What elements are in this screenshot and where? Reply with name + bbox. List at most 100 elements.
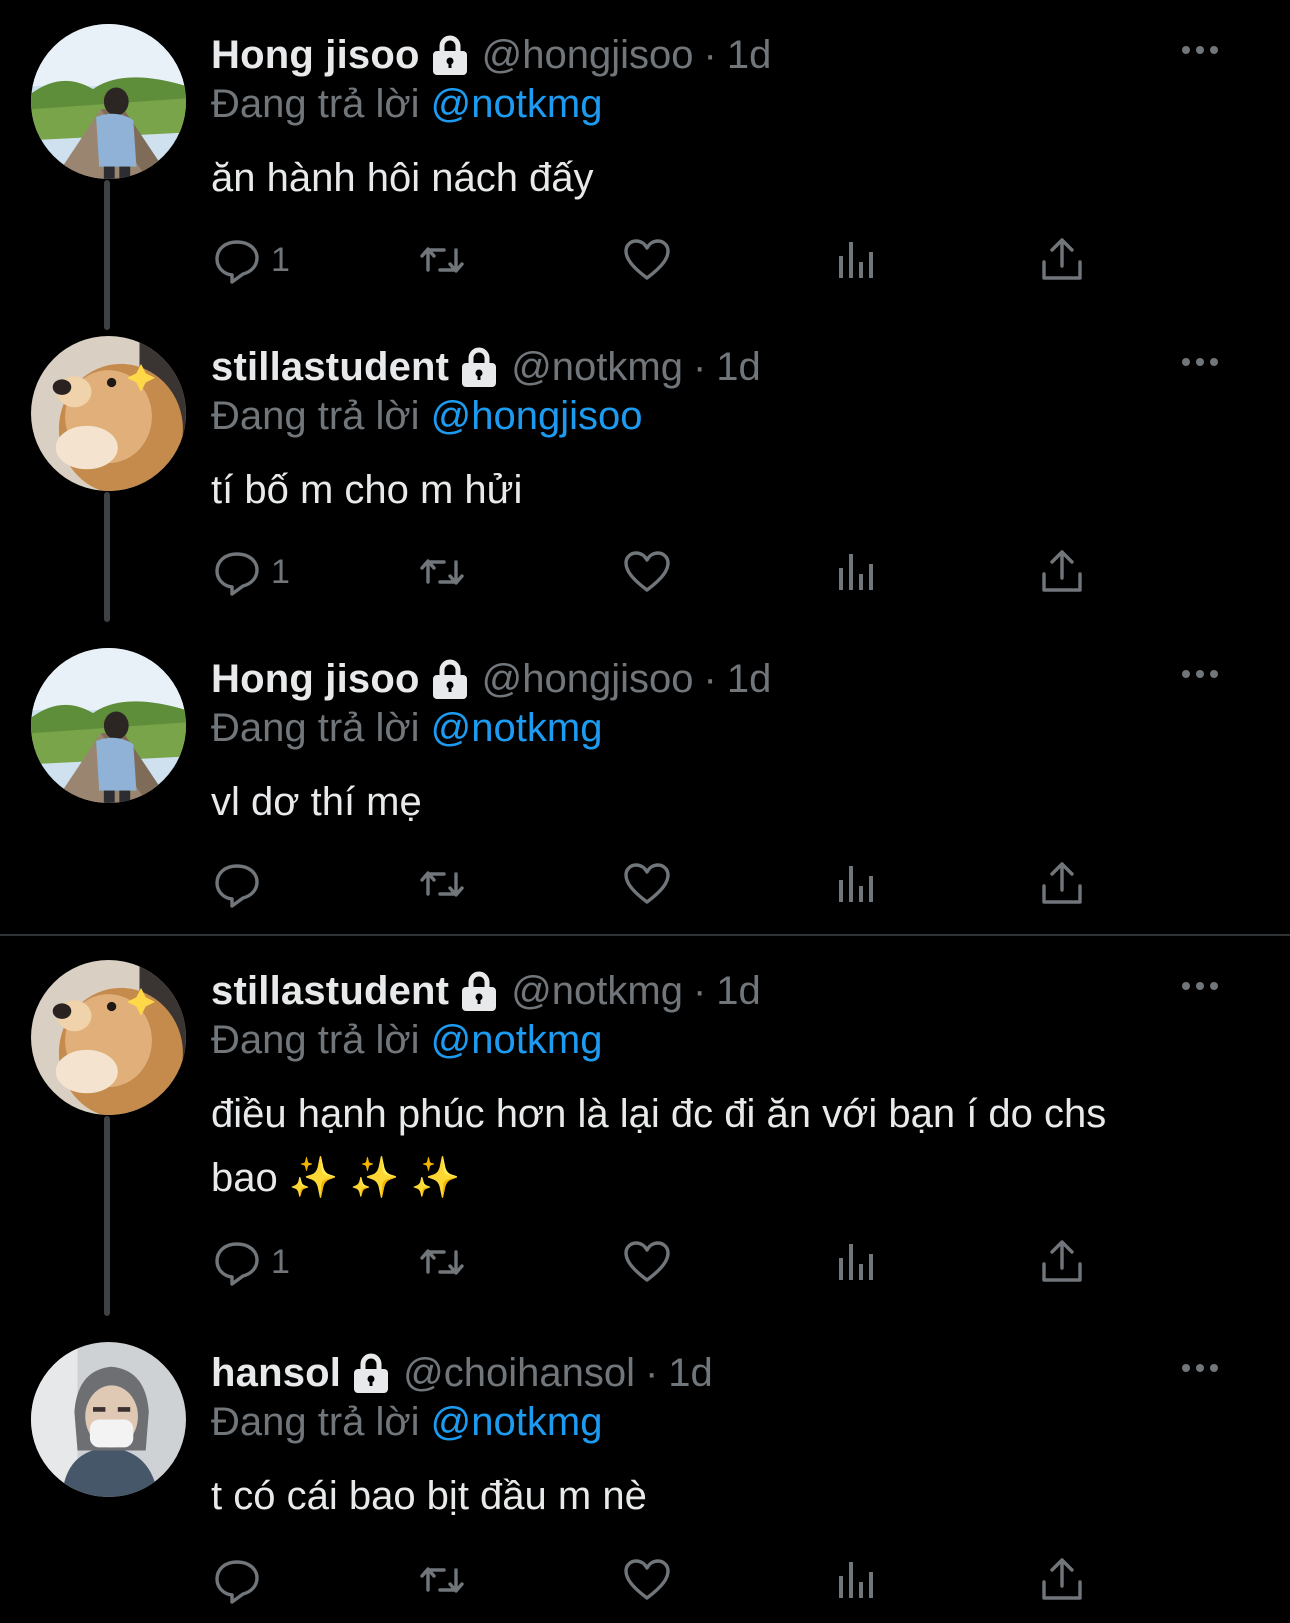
timestamp[interactable]: 1d <box>716 345 761 390</box>
separator-dot: · <box>703 656 717 701</box>
avatar[interactable] <box>31 336 186 491</box>
thread-connector <box>104 180 110 330</box>
mention-link[interactable]: @notkmg <box>431 1400 603 1444</box>
timestamp[interactable]: 1d <box>716 969 761 1014</box>
lock-icon <box>430 34 470 76</box>
retweet-button[interactable] <box>416 542 468 602</box>
display-name[interactable]: stillastudent <box>211 969 449 1014</box>
reply-icon <box>211 858 263 910</box>
views-icon <box>831 546 883 598</box>
avatar[interactable] <box>31 1342 186 1497</box>
views-icon <box>831 1236 883 1288</box>
tweet-text-line: điều hạnh phúc hơn là lại đc đi ăn với b… <box>211 1092 1107 1136</box>
user-handle[interactable]: @choihansol <box>403 1351 635 1396</box>
reply-button[interactable]: 1 <box>211 230 290 290</box>
thread-connector <box>104 1116 110 1316</box>
avatar[interactable] <box>31 24 186 179</box>
tweet-actions: 1 <box>211 230 1111 290</box>
retweet-button[interactable] <box>416 854 468 914</box>
tweet-text: điều hạnh phúc hơn là lại đc đi ăn với b… <box>211 1082 1220 1210</box>
replying-to-label: Đang trả lời <box>211 394 420 438</box>
retweet-button[interactable] <box>416 1232 468 1292</box>
separator-dot: · <box>644 1350 659 1395</box>
like-button[interactable] <box>621 230 673 290</box>
like-button[interactable] <box>621 1550 673 1610</box>
user-handle[interactable]: @notkmg <box>511 345 683 390</box>
tweet-actions <box>211 1550 1111 1610</box>
retweet-button[interactable] <box>416 1550 468 1610</box>
more-icon[interactable] <box>1180 666 1220 682</box>
tweet-text-line: bao ✨ ✨ ✨ <box>211 1156 461 1200</box>
more-icon[interactable] <box>1180 1360 1220 1376</box>
mention-link[interactable]: @notkmg <box>431 82 603 126</box>
separator-dot: · <box>692 344 707 389</box>
replying-to-label: Đang trả lời <box>211 82 420 126</box>
reply-count: 1 <box>271 240 290 279</box>
tweet[interactable]: stillastudent @notkmg · 1d Đang trả lời … <box>0 312 1290 622</box>
reply-count: 1 <box>271 1242 290 1281</box>
avatar-image-dog <box>31 960 186 1115</box>
like-icon <box>621 1236 673 1288</box>
avatar-image-masked <box>31 1342 186 1497</box>
avatar[interactable] <box>31 960 186 1115</box>
reply-button[interactable]: 1 <box>211 1232 290 1292</box>
mention-link[interactable]: @notkmg <box>431 1018 603 1062</box>
avatar-image-boardwalk <box>31 648 186 803</box>
views-button[interactable] <box>831 230 883 290</box>
mention-link[interactable]: @notkmg <box>431 706 603 750</box>
share-button[interactable] <box>1036 230 1088 290</box>
tweet-text: ăn hành hôi nách đấy <box>211 146 1220 210</box>
replying-to: Đang trả lời @notkmg <box>211 1398 1220 1446</box>
share-button[interactable] <box>1036 854 1088 914</box>
tweet-text: vl dơ thí mẹ <box>211 770 1220 834</box>
replying-to-label: Đang trả lời <box>211 1018 420 1062</box>
user-handle[interactable]: @hongjisoo <box>482 33 694 78</box>
replying-to: Đang trả lời @hongjisoo <box>211 392 1220 440</box>
timestamp[interactable]: 1d <box>727 33 772 78</box>
like-button[interactable] <box>621 1232 673 1292</box>
tweet-text-line: vl dơ thí mẹ <box>211 780 422 824</box>
share-button[interactable] <box>1036 1232 1088 1292</box>
like-button[interactable] <box>621 854 673 914</box>
reply-button[interactable] <box>211 1550 271 1610</box>
share-button[interactable] <box>1036 542 1088 602</box>
more-icon[interactable] <box>1180 354 1220 370</box>
views-button[interactable] <box>831 854 883 914</box>
user-handle[interactable]: @notkmg <box>511 969 683 1014</box>
retweet-icon <box>416 546 468 598</box>
share-button[interactable] <box>1036 1550 1088 1610</box>
tweet[interactable]: stillastudent @notkmg · 1d Đang trả lời … <box>0 936 1290 1316</box>
tweet[interactable]: Hong jisoo @hongjisoo · 1d Đang trả lời … <box>0 624 1290 934</box>
views-icon <box>831 858 883 910</box>
reply-icon <box>211 234 263 286</box>
views-button[interactable] <box>831 1550 883 1610</box>
display-name[interactable]: Hong jisoo <box>211 33 420 78</box>
more-icon[interactable] <box>1180 42 1220 58</box>
like-button[interactable] <box>621 542 673 602</box>
views-button[interactable] <box>831 542 883 602</box>
reply-icon <box>211 1554 263 1606</box>
tweet-actions: 1 <box>211 1232 1111 1292</box>
views-button[interactable] <box>831 1232 883 1292</box>
retweet-button[interactable] <box>416 230 468 290</box>
reply-icon <box>211 1236 263 1288</box>
reply-icon <box>211 546 263 598</box>
tweet[interactable]: Hong jisoo @hongjisoo · 1d Đang trả lời … <box>0 0 1290 330</box>
more-icon[interactable] <box>1180 978 1220 994</box>
reply-button[interactable]: 1 <box>211 542 290 602</box>
display-name[interactable]: hansol <box>211 1351 341 1396</box>
tweet[interactable]: hansol @choihansol · 1d Đang trả lời @no… <box>0 1318 1290 1623</box>
user-handle[interactable]: @hongjisoo <box>482 657 694 702</box>
reply-count: 1 <box>271 552 290 591</box>
reply-button[interactable] <box>211 854 271 914</box>
timestamp[interactable]: 1d <box>668 1351 713 1396</box>
display-name[interactable]: stillastudent <box>211 345 449 390</box>
tweet-text-line: ăn hành hôi nách đấy <box>211 156 594 200</box>
display-name[interactable]: Hong jisoo <box>211 657 420 702</box>
timestamp[interactable]: 1d <box>727 657 772 702</box>
avatar[interactable] <box>31 648 186 803</box>
lock-icon <box>351 1352 391 1394</box>
mention-link[interactable]: @hongjisoo <box>431 394 643 438</box>
share-icon <box>1036 546 1088 598</box>
lock-icon <box>430 658 470 700</box>
